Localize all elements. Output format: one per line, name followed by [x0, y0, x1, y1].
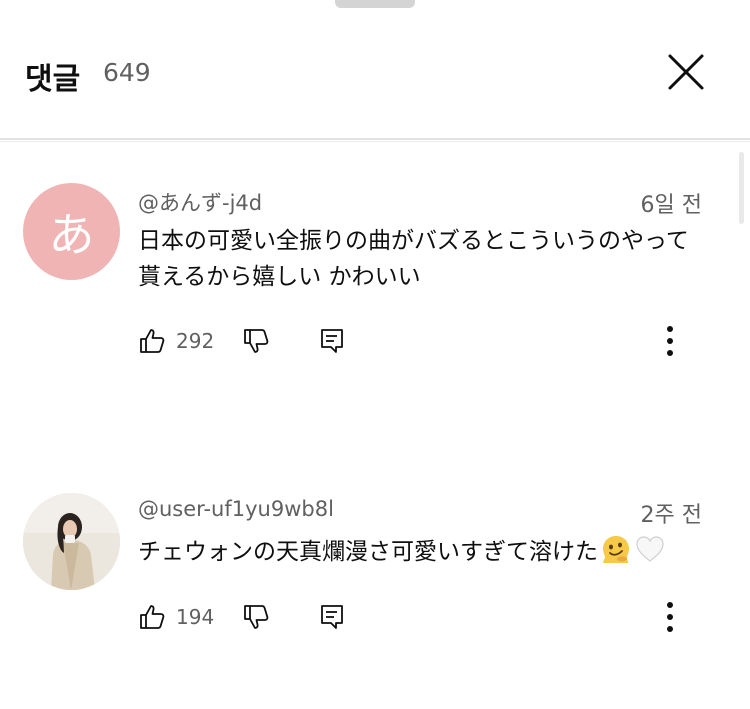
header-divider [0, 141, 750, 142]
avatar-photo-icon [23, 493, 120, 590]
reply-icon [321, 605, 343, 629]
comment-author[interactable]: @あんず-j4d [138, 187, 262, 217]
comments-header: 댓글 649 [0, 0, 750, 140]
more-vertical-icon [667, 326, 673, 356]
comment-text-line: チェウォンの天真爛漫さ可愛いすぎて溶けた [138, 533, 698, 576]
thumbs-down-icon [244, 329, 269, 353]
comments-sheet: 댓글 649 あ @あんず-j4d 6일 전 日本の可愛い全振りの曲がバズるとこ… [0, 0, 750, 709]
like-button[interactable]: 194 [138, 600, 214, 634]
thumbs-up-icon [140, 329, 165, 353]
more-options-button[interactable] [658, 324, 682, 358]
thumbs-down-icon [244, 605, 269, 629]
reply-button[interactable] [318, 600, 346, 634]
avatar-initial: あ [48, 207, 95, 262]
like-count: 292 [176, 329, 215, 353]
comment-author[interactable]: @user-uf1yu9wb8l [138, 497, 334, 521]
comment-actions: 292 [138, 324, 698, 358]
like-count: 194 [176, 605, 215, 629]
thumbs-up-icon [140, 605, 165, 629]
more-vertical-icon [667, 602, 673, 632]
comment-actions: 194 [138, 600, 698, 634]
more-options-button[interactable] [658, 600, 682, 634]
reply-icon [321, 329, 343, 353]
melting-face-emoji [600, 533, 632, 576]
avatar[interactable]: あ [23, 183, 120, 280]
comment-text: チェウォンの天真爛漫さ可愛いすぎて溶けた [138, 539, 598, 565]
comment-time: 6일 전 [640, 193, 702, 218]
dislike-button[interactable] [242, 324, 270, 358]
header-title: 댓글 [25, 62, 81, 97]
scrollbar[interactable] [739, 152, 744, 224]
comment-time: 2주 전 [640, 503, 702, 528]
comment-count: 649 [103, 58, 151, 87]
comment-text: 日本の可愛い全振りの曲がバズるとこういうのやって貰えるから嬉しい かわいい [138, 228, 689, 290]
dislike-button[interactable] [242, 600, 270, 634]
white-heart-emoji [634, 533, 666, 576]
reply-button[interactable] [318, 324, 346, 358]
avatar[interactable] [23, 493, 120, 590]
close-button[interactable] [664, 50, 708, 94]
like-button[interactable]: 292 [138, 324, 214, 358]
close-icon [668, 54, 704, 90]
